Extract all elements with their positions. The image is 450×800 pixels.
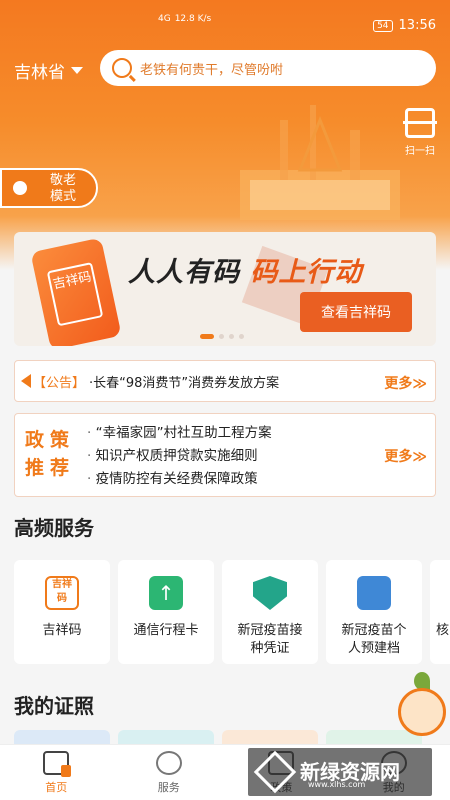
mascot-face-icon [398, 688, 446, 736]
carousel-dot [239, 334, 244, 339]
tab-service[interactable]: 服务 [113, 745, 226, 800]
service-label: 吉祥码 [42, 623, 82, 638]
status-bar: 4G 12.8 K/s 54 13:56 [0, 0, 450, 44]
service-vaccine-profile[interactable]: 新冠疫苗个人预建档 [326, 560, 422, 664]
battery-icon: 54 [373, 19, 393, 32]
service-label: 核 [436, 623, 450, 638]
phone-code-text: 吉祥码 [46, 262, 104, 327]
phone-illustration: 吉祥码 [30, 237, 122, 346]
policy-item[interactable]: 疫情防控有关经费保障政策 [87, 468, 272, 491]
notice-more-link[interactable]: 更多≫ [384, 373, 427, 393]
vaccine-profile-icon [357, 576, 391, 610]
service-label: 新冠疫苗个人预建档 [341, 623, 407, 656]
elder-line2: 模式 [50, 189, 77, 204]
carousel-dot [219, 334, 224, 339]
service-icon [155, 751, 182, 775]
promo-banner[interactable]: 吉祥码 人人有码 码上行动 查看吉祥码 [14, 232, 436, 346]
high-frequency-title: 高频服务 [14, 516, 94, 540]
policy-heading: 政策推荐 [25, 429, 76, 479]
search-placeholder: 老铁有何贵干，尽管吩咐 [140, 62, 284, 78]
service-travel-card[interactable]: 通信行程卡 [118, 560, 214, 664]
elder-mode-button[interactable]: 敬老 模式 [0, 168, 98, 208]
chevron-down-icon [71, 67, 83, 74]
home-icon [43, 751, 72, 777]
net-speed: 12.8 K/s [174, 14, 212, 24]
search-icon [112, 58, 132, 78]
service-label: 新冠疫苗接种凭证 [237, 623, 303, 656]
my-licenses-title: 我的证照 [14, 694, 94, 718]
carousel-indicator [200, 334, 244, 339]
service-grid: 吉祥码 吉祥码 通信行程卡 新冠疫苗接种凭证 新冠疫苗个人预建档 核 [14, 560, 450, 664]
banner-slogan: 人人有码 码上行动 [128, 250, 362, 289]
elder-mode-label: 敬老 模式 [46, 172, 92, 206]
policy-item[interactable]: 知识产权质押贷款实施细则 [87, 445, 272, 468]
notice-tag: 【公告】 [33, 375, 86, 391]
status-right: 54 13:56 [373, 18, 436, 33]
province-label: 吉林省 [14, 63, 65, 83]
service-label: 通信行程卡 [133, 623, 199, 638]
slogan-part2: 码上行动 [250, 257, 363, 288]
province-selector[interactable]: 吉林省 [14, 58, 83, 83]
service-vaccine-certificate[interactable]: 新冠疫苗接种凭证 [222, 560, 318, 664]
service-jixiang-code[interactable]: 吉祥码 吉祥码 [14, 560, 110, 664]
test-icon [436, 560, 450, 622]
clock: 13:56 [398, 18, 436, 33]
watermark-url: www.xlhs.com [308, 780, 366, 789]
header-hero: 4G 12.8 K/s 54 13:56 吉林省 老铁有何贵干，尽管吩咐 扫一扫… [0, 0, 450, 270]
mascot-assistant[interactable] [392, 668, 450, 748]
network-label: 4G [158, 14, 171, 24]
speaker-icon [21, 374, 31, 388]
watermark-overlay: 新绿资源网 www.xlhs.com [248, 748, 432, 796]
elder-line1: 敬老 [50, 173, 77, 188]
city-skyline-illustration [240, 105, 400, 220]
elder-icon [2, 170, 38, 206]
tab-home[interactable]: 首页 [0, 745, 113, 800]
watermark-logo-icon [253, 750, 297, 794]
policy-more-link[interactable]: 更多≫ [384, 446, 427, 466]
search-input[interactable]: 老铁有何贵干，尽管吩咐 [100, 50, 436, 86]
carousel-dot [200, 334, 214, 339]
tab-label: 首页 [45, 781, 68, 794]
announcement-bar[interactable]: 【公告】 ·长春“98消费节”消费券发放方案 更多≫ [14, 360, 436, 402]
policy-recommend: 政策推荐 “幸福家园”村社互助工程方案 知识产权质押贷款实施细则 疫情防控有关经… [14, 413, 436, 497]
policy-item[interactable]: “幸福家园”村社互助工程方案 [87, 422, 272, 445]
slogan-part1: 人人有码 [128, 257, 240, 288]
vaccine-certificate-icon [253, 576, 287, 610]
travel-card-icon [149, 576, 183, 610]
policy-list: “幸福家园”村社互助工程方案 知识产权质押贷款实施细则 疫情防控有关经费保障政策 [87, 422, 272, 491]
network-indicators: 4G 12.8 K/s [158, 14, 211, 24]
jixiang-code-icon: 吉祥码 [45, 576, 79, 610]
view-code-button[interactable]: 查看吉祥码 [300, 292, 412, 332]
service-test[interactable]: 核 [430, 560, 450, 664]
notice-text: ·长春“98消费节”消费券发放方案 [89, 375, 280, 391]
tab-label: 服务 [157, 781, 180, 794]
carousel-dot [229, 334, 234, 339]
